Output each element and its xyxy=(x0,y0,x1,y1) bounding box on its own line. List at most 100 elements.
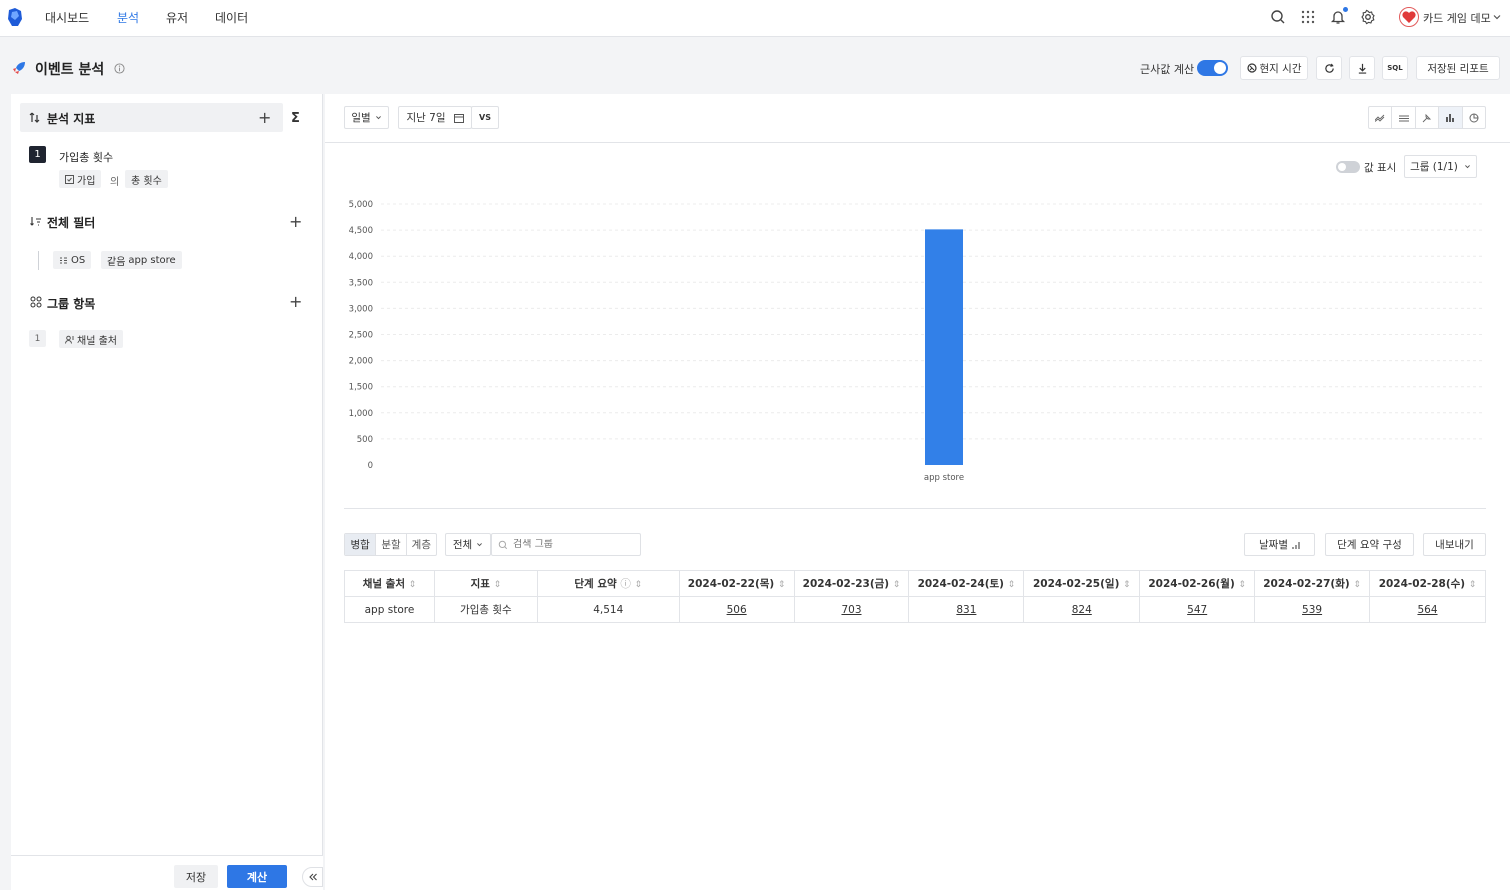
group-select[interactable]: 그룹 (1/1) xyxy=(1404,155,1477,178)
toolbar-divider xyxy=(325,142,1510,143)
step-summary-button[interactable]: 단계 요약 구성 xyxy=(1325,533,1414,556)
y-tick-label: 5,000 xyxy=(349,200,373,210)
add-group-button[interactable]: + xyxy=(289,294,302,310)
table-cell-link[interactable]: 506 xyxy=(678,596,795,623)
local-time-button[interactable]: 현지 시간 xyxy=(1240,56,1308,80)
bar[interactable] xyxy=(925,229,963,465)
metric-of-label: 의 xyxy=(110,177,120,188)
table-header-cell[interactable]: 2024-02-22(목) ⇕ xyxy=(678,570,795,597)
table-cell-link[interactable]: 824 xyxy=(1023,596,1141,623)
filter-field-chip[interactable]: OS xyxy=(53,251,92,269)
table-cell-link[interactable]: 703 xyxy=(793,596,910,623)
add-filter-button[interactable]: + xyxy=(289,214,302,230)
project-name[interactable]: 카드 게임 데모 xyxy=(1423,10,1491,26)
save-button[interactable]: 저장 xyxy=(174,865,218,888)
calendar-icon xyxy=(453,113,464,123)
sql-button[interactable]: SQL xyxy=(1382,56,1408,80)
sort-icon[interactable]: ⇕ xyxy=(778,580,786,590)
add-metric-button[interactable]: + xyxy=(258,110,271,126)
nav-item-dashboard[interactable]: 대시보드 xyxy=(45,9,89,26)
sort-icon[interactable]: ⇕ xyxy=(409,580,417,590)
table-header-cell[interactable]: 2024-02-25(일) ⇕ xyxy=(1023,570,1141,597)
chevron-down-icon xyxy=(375,114,382,121)
show-values-label: 값 표시 xyxy=(1364,162,1397,174)
metric-measure-chip[interactable]: 총 횟수 xyxy=(125,170,168,188)
mode-merge-tab[interactable]: 병합 xyxy=(345,534,376,555)
export-button[interactable]: 내보내기 xyxy=(1423,533,1486,556)
table-header-cell[interactable]: 지표 ⇕ xyxy=(433,570,538,597)
chart-svg: 5,000 4,500 4,000 3,500 3,000 2,500 2,000 1,500… xyxy=(349,200,1483,483)
table-header-cell[interactable]: 2024-02-23(금) ⇕ xyxy=(793,570,910,597)
sort-icon[interactable]: ⇕ xyxy=(635,580,643,590)
table-header-cell[interactable]: 2024-02-26(월) ⇕ xyxy=(1139,570,1256,597)
table-header-cell[interactable]: 2024-02-27(화) ⇕ xyxy=(1254,570,1370,597)
info-icon[interactable] xyxy=(114,63,125,74)
pin-chart-icon[interactable] xyxy=(1416,107,1440,128)
by-date-button[interactable]: 날짜별 xyxy=(1244,533,1315,556)
info-icon[interactable]: ⓘ xyxy=(620,578,631,590)
group-icon xyxy=(30,296,42,308)
chevron-down-icon[interactable] xyxy=(1492,12,1502,22)
metric-icon xyxy=(29,111,42,124)
user-property-icon xyxy=(65,335,74,344)
table-header-cell[interactable]: 2024-02-28(수) ⇕ xyxy=(1369,570,1486,597)
compare-vs-button[interactable]: VS xyxy=(471,106,499,129)
table-header-cell[interactable]: 2024-02-24(토) ⇕ xyxy=(908,570,1025,597)
sigma-icon[interactable]: Σ xyxy=(291,111,300,126)
group-item-chip[interactable]: 채널 출처 xyxy=(59,330,123,348)
sort-icon[interactable]: ⇕ xyxy=(494,580,502,590)
sort-icon[interactable]: ⇕ xyxy=(1469,580,1477,590)
table-cell-link[interactable]: 547 xyxy=(1139,596,1256,623)
collapse-panel-button[interactable] xyxy=(302,867,323,887)
filter-icon xyxy=(30,215,42,227)
table-cell-link[interactable]: 831 xyxy=(908,596,1025,623)
app-logo-icon[interactable] xyxy=(5,7,25,29)
chevron-down-icon xyxy=(1464,163,1471,170)
stacked-chart-icon[interactable] xyxy=(1392,107,1416,128)
event-icon xyxy=(65,174,74,184)
table-cell-link[interactable]: 564 xyxy=(1369,596,1486,623)
calculate-button[interactable]: 계산 xyxy=(227,865,287,888)
date-range-picker[interactable]: 지난 7일 xyxy=(398,106,472,129)
saved-reports-button[interactable]: 저장된 리포트 xyxy=(1416,56,1500,80)
download-button[interactable] xyxy=(1349,56,1375,80)
sort-icon[interactable]: ⇕ xyxy=(1353,580,1361,590)
table-header-row: 채널 출처 ⇕ 지표 ⇕ 단계 요약 ⓘ ⇕ 2024-02-22(목) ⇕ 2… xyxy=(344,570,1486,597)
metric-event-chip[interactable]: 가입 xyxy=(59,170,102,188)
mode-split-tab[interactable]: 분할 xyxy=(375,534,405,555)
avatar[interactable] xyxy=(1399,7,1419,27)
show-values-toggle[interactable] xyxy=(1336,161,1360,173)
nav-item-analysis[interactable]: 분석 xyxy=(117,9,139,26)
nav-item-users[interactable]: 유저 xyxy=(166,9,188,26)
apps-grid-icon[interactable] xyxy=(1300,9,1316,25)
scope-select[interactable]: 전체 xyxy=(445,533,491,556)
filter-condition-chip[interactable]: 같음 app store xyxy=(101,251,182,269)
table-mode-switcher: 병합 분할 계층 xyxy=(344,533,437,556)
table-header-cell[interactable]: 단계 요약 ⓘ ⇕ xyxy=(536,570,680,597)
interval-select[interactable]: 일별 xyxy=(344,106,389,129)
table-header-cell[interactable]: 채널 출처 ⇕ xyxy=(344,570,435,597)
sort-icon[interactable]: ⇕ xyxy=(1123,580,1131,590)
group-search-input[interactable] xyxy=(513,539,628,550)
bar-chart-icon[interactable] xyxy=(1439,107,1463,128)
refresh-button[interactable] xyxy=(1316,56,1342,80)
y-tick-label: 0 xyxy=(368,461,373,471)
search-icon[interactable] xyxy=(1270,9,1286,25)
y-tick-label: 500 xyxy=(357,435,373,445)
nav-item-data[interactable]: 데이터 xyxy=(215,9,248,26)
approx-calc-toggle[interactable] xyxy=(1197,60,1228,76)
notification-dot xyxy=(1343,7,1348,12)
mode-hierarchy-tab[interactable]: 계층 xyxy=(405,534,436,555)
metric-name[interactable]: 가입총 횟수 xyxy=(59,149,113,165)
y-tick-label: 3,500 xyxy=(349,278,373,288)
gear-icon[interactable] xyxy=(1360,9,1376,25)
line-chart-icon[interactable] xyxy=(1369,107,1393,128)
table-cell-link[interactable]: 539 xyxy=(1254,596,1370,623)
sort-icon[interactable]: ⇕ xyxy=(893,580,901,590)
sort-icon[interactable]: ⇕ xyxy=(1008,580,1016,590)
group-search-field[interactable] xyxy=(491,533,641,556)
table-cell: 4,514 xyxy=(536,596,680,623)
sort-icon[interactable]: ⇕ xyxy=(1238,580,1246,590)
y-tick-label: 4,500 xyxy=(349,226,373,236)
pie-chart-icon[interactable] xyxy=(1463,107,1485,128)
